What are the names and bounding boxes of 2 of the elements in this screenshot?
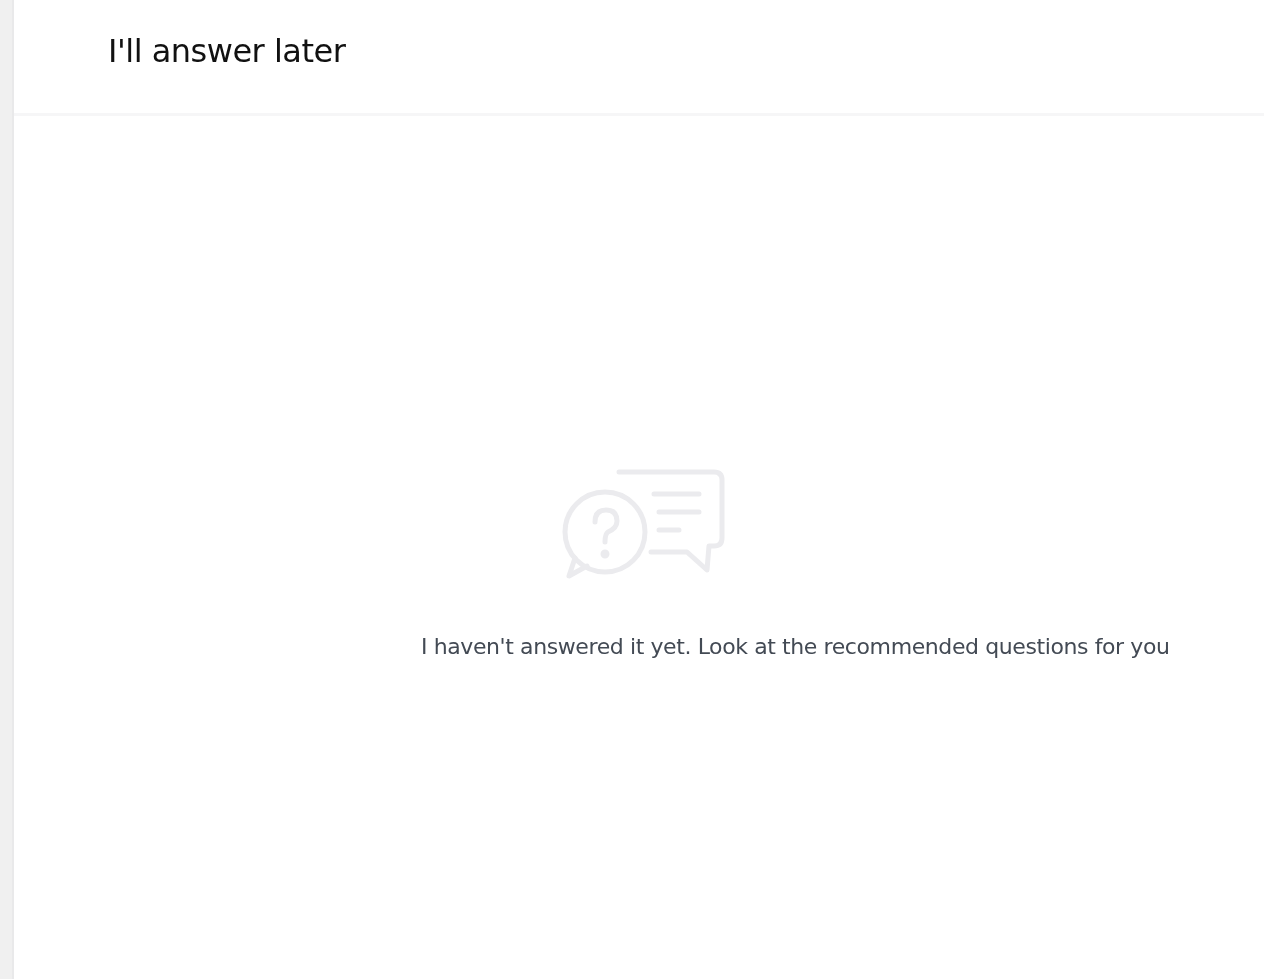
page-title: I'll answer later: [108, 32, 346, 71]
empty-message: I haven't answered it yet. Look at the recommended questions for you: [421, 633, 1171, 661]
